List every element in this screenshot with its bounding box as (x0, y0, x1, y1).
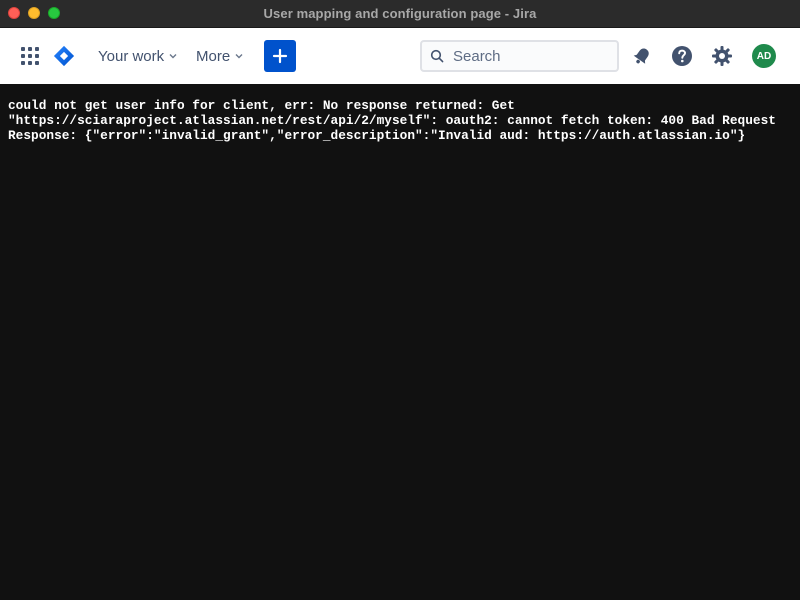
help-icon[interactable] (670, 44, 694, 68)
plus-icon (272, 48, 288, 64)
search-box[interactable] (420, 40, 619, 72)
search-input[interactable] (453, 47, 603, 65)
error-line: "https://sciaraproject.atlassian.net/res… (8, 113, 776, 128)
your-work-label: Your work (98, 47, 165, 65)
error-message: could not get user info for client, err:… (8, 98, 798, 143)
create-button[interactable] (264, 40, 296, 72)
app-grid-icon[interactable] (21, 47, 39, 65)
error-line: could not get user info for client, err:… (8, 98, 515, 113)
jira-logo-icon[interactable] (53, 44, 75, 68)
avatar-initials: AD (756, 50, 772, 62)
window-titlebar: User mapping and configuration page - Ji… (0, 0, 800, 28)
avatar[interactable]: AD (752, 44, 776, 68)
bell-icon[interactable] (630, 44, 654, 68)
chevron-down-icon (169, 54, 177, 59)
error-page: could not get user info for client, err:… (0, 84, 800, 600)
window-title: User mapping and configuration page - Ji… (263, 6, 537, 21)
minimize-window-button[interactable] (28, 7, 40, 19)
error-line: Response: {"error":"invalid_grant","erro… (8, 128, 746, 143)
search-icon (430, 49, 444, 63)
top-navigation: Your work More Search AD (0, 28, 800, 84)
maximize-window-button[interactable] (48, 7, 60, 19)
close-window-button[interactable] (8, 7, 20, 19)
gear-icon[interactable] (710, 44, 734, 68)
your-work-menu[interactable]: Your work (98, 46, 178, 66)
chevron-down-icon (235, 54, 243, 59)
more-menu[interactable]: More (196, 46, 244, 66)
more-label: More (196, 47, 231, 65)
window-controls (8, 7, 60, 19)
